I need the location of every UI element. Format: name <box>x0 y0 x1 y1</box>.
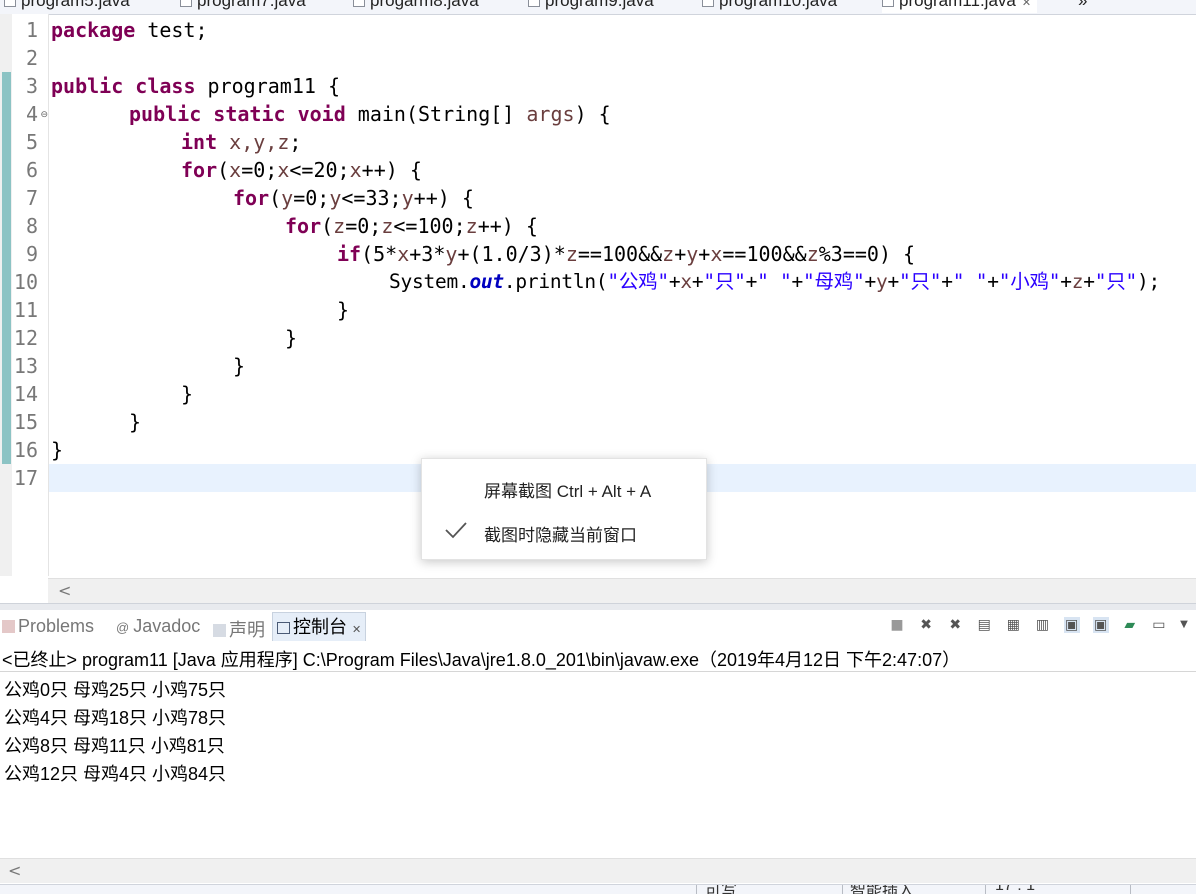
pane-splitter[interactable] <box>0 603 1196 610</box>
screenshot-context-menu: 屏幕截图 Ctrl + Alt + A 截图时隐藏当前窗口 <box>421 458 707 560</box>
code-line: } <box>233 354 246 378</box>
code-line: } <box>129 410 142 434</box>
scroll-lock-icon[interactable]: ▦ <box>1005 617 1021 633</box>
java-file-icon <box>702 0 714 7</box>
line-number: 15 <box>13 410 38 434</box>
line-number: 9 <box>25 242 38 266</box>
editor-tab-label: program11.java <box>899 0 1016 10</box>
code-line: public static void main(String[] args) { <box>129 102 611 126</box>
code-line: for(z=0;z<=100;z++) { <box>285 214 538 238</box>
code-line: System.out.println("公鸡"+x+"只"+" "+"母鸡"+y… <box>389 270 1160 293</box>
show-on-stdout-icon[interactable]: ▣ <box>1063 616 1080 633</box>
clear-console-icon[interactable]: ▤ <box>976 617 992 633</box>
close-tab-icon[interactable]: ✕ <box>1022 0 1031 9</box>
editor-tab-program10[interactable]: program10.java <box>702 0 837 13</box>
code-line: } <box>181 382 194 406</box>
tab-overflow-button[interactable]: » <box>1078 0 1087 13</box>
line-number: 8 <box>25 214 38 238</box>
editor-tab-program7[interactable]: program7.java <box>180 0 306 13</box>
java-file-icon <box>528 0 540 7</box>
line-number: 4 <box>25 102 38 126</box>
menu-item-hide-window[interactable]: 截图时隐藏当前窗口 <box>484 521 637 546</box>
terminate-icon[interactable]: ■ <box>889 617 905 633</box>
line-number: 13 <box>13 354 38 378</box>
close-view-icon[interactable]: ✕ <box>352 624 361 636</box>
code-line: } <box>51 438 64 462</box>
editor-tab-label: program9.java <box>545 0 654 10</box>
editor-tab-strip: program5.java program7.java progarm8.jav… <box>0 0 1196 15</box>
code-line: public class program11 { <box>51 74 341 98</box>
console-output-line: 公鸡8只 母鸡11只 小鸡81只 <box>4 736 225 756</box>
remove-launch-icon[interactable]: ✖ <box>918 617 934 633</box>
editor-tab-program11[interactable]: program11.java ✕ <box>882 0 1038 13</box>
editor-tab-program9[interactable]: program9.java <box>528 0 654 13</box>
editor-horizontal-scrollbar[interactable]: < <box>48 578 1196 603</box>
line-number-ruler: 1 2 3 4 ⊖ 5 6 7 8 9 10 11 12 13 14 15 16… <box>12 14 49 576</box>
tab-javadoc[interactable]: @ Javadoc <box>116 616 200 637</box>
line-number: 12 <box>13 326 38 350</box>
console-icon <box>277 622 290 634</box>
show-on-stderr-icon[interactable]: ▣ <box>1092 616 1109 633</box>
line-number: 2 <box>25 46 38 70</box>
problems-icon <box>2 620 15 633</box>
change-indicator-bar <box>2 72 11 464</box>
remove-all-terminated-icon[interactable]: ✖ <box>947 617 963 633</box>
console-status-line: <已终止> program11 [Java 应用程序] C:\Program F… <box>2 650 961 670</box>
java-file-icon <box>353 0 365 7</box>
line-number: 5 <box>25 130 38 154</box>
line-number: 3 <box>25 74 38 98</box>
code-line: int x,y,z; <box>181 130 302 154</box>
console-output-line: 公鸡4只 母鸡18只 小鸡78只 <box>4 708 227 728</box>
line-number: 1 <box>25 18 38 42</box>
editor-tab-label: program5.java <box>21 0 130 10</box>
java-file-icon <box>4 0 16 7</box>
fold-collapse-icon[interactable]: ⊖ <box>40 110 48 120</box>
console-toolbar: ■ ✖ ✖ ▤ ▦ ▥ ▣ ▣ ▰ ▭ ▼ ▭ ▼ <box>885 614 1196 636</box>
code-line: package test; <box>51 18 208 42</box>
editor-tab-progarm8[interactable]: progarm8.java <box>353 0 479 13</box>
at-icon: @ <box>116 620 130 635</box>
pin-console-icon[interactable]: ▰ <box>1122 617 1138 633</box>
editor-tab-label: program7.java <box>197 0 306 10</box>
line-number: 10 <box>13 270 38 294</box>
scroll-left-icon[interactable]: < <box>8 861 21 880</box>
code-line: for(y=0;y<=33;y++) { <box>233 186 474 210</box>
code-line: if(5*x+3*y+(1.0/3)*z==100&&z+y+x==100&&z… <box>337 242 916 266</box>
java-file-icon <box>882 0 894 7</box>
scroll-left-icon[interactable]: < <box>58 581 71 600</box>
line-number: 17 <box>13 466 38 490</box>
editor-tab-label: program10.java <box>719 0 838 10</box>
console-output-line: 公鸡12只 母鸡4只 小鸡84只 <box>4 764 227 784</box>
editor-tab-program5[interactable]: program5.java <box>4 0 130 13</box>
display-console-icon[interactable]: ▭ <box>1151 617 1167 633</box>
console-horizontal-scrollbar[interactable]: < <box>0 858 1196 883</box>
tab-console[interactable]: 控制台 ✕ <box>272 612 367 641</box>
menu-item-screenshot[interactable]: 屏幕截图 Ctrl + Alt + A <box>484 477 651 502</box>
divider <box>0 671 1196 672</box>
declaration-icon <box>213 624 226 637</box>
word-wrap-icon[interactable]: ▥ <box>1034 617 1050 633</box>
code-line: for(x=0;x<=20;x++) { <box>181 158 422 182</box>
line-number: 16 <box>13 438 38 462</box>
line-number: 11 <box>13 298 38 322</box>
checkmark-icon <box>445 522 467 539</box>
line-number: 6 <box>25 158 38 182</box>
code-line: } <box>337 298 350 322</box>
code-line: } <box>285 326 298 350</box>
java-file-icon <box>180 0 192 7</box>
chevron-down-icon[interactable]: ▼ <box>1180 617 1188 633</box>
console-output-line: 公鸡0只 母鸡25只 小鸡75只 <box>4 680 227 700</box>
line-number: 14 <box>13 382 38 406</box>
tab-declaration[interactable]: 声明 <box>213 616 265 642</box>
editor-tab-label: progarm8.java <box>370 0 479 10</box>
line-number: 7 <box>25 186 38 210</box>
tab-problems[interactable]: Problems <box>2 616 94 637</box>
